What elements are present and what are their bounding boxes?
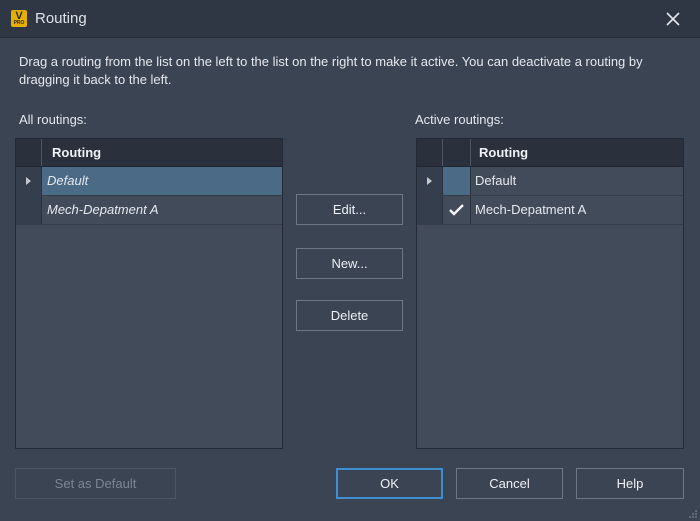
help-button[interactable]: Help xyxy=(576,468,684,499)
row-indicator xyxy=(417,167,443,195)
edit-button[interactable]: Edit... xyxy=(296,194,403,225)
close-icon[interactable] xyxy=(663,9,683,29)
grid-header: Routing xyxy=(417,139,683,167)
delete-button[interactable]: Delete xyxy=(296,300,403,331)
checkmark-icon xyxy=(449,204,464,216)
all-routings-row-mech[interactable]: Mech-Depatment A xyxy=(16,196,282,225)
row-indicator xyxy=(16,196,42,224)
row-indicator xyxy=(417,196,443,224)
all-routings-row-default[interactable]: Default xyxy=(16,167,282,196)
routing-name: Default xyxy=(475,173,517,188)
routing-name: Mech-Depatment A xyxy=(475,202,587,217)
description-text: Drag a routing from the list on the left… xyxy=(19,54,643,87)
current-row-arrow-icon xyxy=(26,177,31,185)
title-bar: V PRO Routing xyxy=(0,0,700,38)
active-routings-label: Active routings: xyxy=(415,112,504,127)
all-routings-label: All routings: xyxy=(19,112,87,127)
active-routings-row-mech[interactable]: Mech-Depatment A xyxy=(417,196,683,225)
column-header-routing[interactable]: Routing xyxy=(52,145,101,160)
routing-name: Mech-Depatment A xyxy=(47,202,159,217)
column-header-routing[interactable]: Routing xyxy=(479,145,528,160)
grid-header: Routing xyxy=(16,139,282,167)
active-routings-grid[interactable]: Routing Default Mech-Depatment A xyxy=(416,138,684,449)
all-routings-grid[interactable]: Routing Default Mech-Depatment A xyxy=(15,138,283,449)
new-button[interactable]: New... xyxy=(296,248,403,279)
ok-button[interactable]: OK xyxy=(336,468,443,499)
row-indicator xyxy=(16,167,42,195)
current-row-arrow-icon xyxy=(427,177,432,185)
app-logo-icon: V PRO xyxy=(11,10,27,27)
resize-grip-icon[interactable] xyxy=(688,509,698,519)
window-title: Routing xyxy=(35,10,87,27)
set-as-default-button[interactable]: Set as Default xyxy=(15,468,176,499)
active-checkbox-cell[interactable] xyxy=(443,196,471,224)
cancel-button[interactable]: Cancel xyxy=(456,468,563,499)
routing-name: Default xyxy=(47,173,89,188)
active-routings-row-default[interactable]: Default xyxy=(417,167,683,196)
active-checkbox-cell[interactable] xyxy=(443,167,471,195)
